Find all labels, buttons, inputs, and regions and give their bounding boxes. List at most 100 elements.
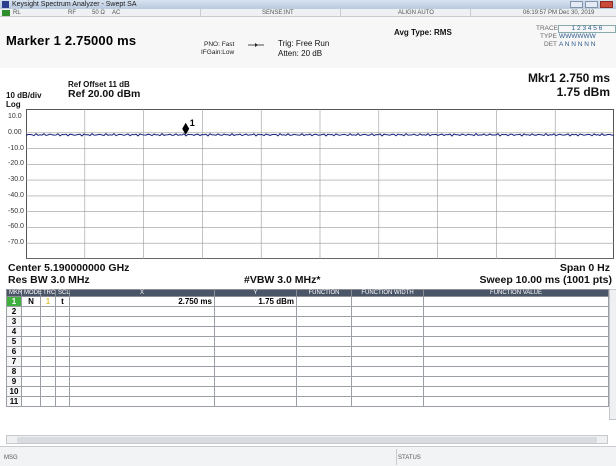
table-cell-mode[interactable]: N <box>21 296 41 307</box>
table-cell-trc[interactable] <box>40 366 56 377</box>
table-cell-y[interactable] <box>214 336 297 347</box>
table-cell-scl[interactable] <box>55 346 70 357</box>
table-cell-y[interactable]: 1.75 dBm <box>214 296 297 307</box>
table-cell-num[interactable]: 9 <box>6 376 22 387</box>
table-cell-mode[interactable] <box>21 386 41 397</box>
table-cell-x[interactable] <box>69 346 215 357</box>
table-cell-function-width[interactable] <box>351 336 424 347</box>
table-cell-function[interactable] <box>296 366 352 377</box>
table-cell-function[interactable] <box>296 326 352 337</box>
table-cell-function-width[interactable] <box>351 386 424 397</box>
minimize-button[interactable] <box>570 1 583 8</box>
table-cell-scl[interactable] <box>55 366 70 377</box>
table-cell-function-value[interactable] <box>423 376 609 387</box>
table-cell-y[interactable] <box>214 386 297 397</box>
table-cell-function-width[interactable] <box>351 296 424 307</box>
maximize-button[interactable] <box>585 1 598 8</box>
table-cell-trc[interactable]: 1 <box>40 296 56 307</box>
table-cell-scl[interactable] <box>55 356 70 367</box>
table-cell-trc[interactable] <box>40 336 56 347</box>
table-cell-x[interactable] <box>69 316 215 327</box>
span-setting[interactable]: Span 0 Hz <box>560 262 610 274</box>
table-cell-trc[interactable] <box>40 346 56 357</box>
table-cell-y[interactable] <box>214 376 297 387</box>
table-cell-function-width[interactable] <box>351 376 424 387</box>
table-cell-function-width[interactable] <box>351 316 424 327</box>
table-row[interactable]: 9 <box>6 376 609 387</box>
table-cell-trc[interactable] <box>40 396 56 407</box>
table-row[interactable]: 1 N 1 t 2.750 ms 1.75 dBm <box>6 296 609 307</box>
table-cell-function-value[interactable] <box>423 296 609 307</box>
table-cell-y[interactable] <box>214 356 297 367</box>
table-cell-scl[interactable] <box>55 306 70 317</box>
table-cell-function-value[interactable] <box>423 326 609 337</box>
scale-per-div[interactable]: 10 dB/div <box>6 91 42 100</box>
table-cell-function[interactable] <box>296 296 352 307</box>
table-cell-function[interactable] <box>296 396 352 407</box>
table-cell-function[interactable] <box>296 336 352 347</box>
close-button[interactable] <box>600 1 613 8</box>
table-cell-scl[interactable] <box>55 376 70 387</box>
table-cell-mode[interactable] <box>21 366 41 377</box>
table-cell-function[interactable] <box>296 316 352 327</box>
horizontal-scroll-thumb[interactable] <box>17 437 597 443</box>
table-cell-function-value[interactable] <box>423 306 609 317</box>
horizontal-scrollbar[interactable] <box>6 435 608 444</box>
table-cell-x[interactable] <box>69 306 215 317</box>
table-cell-x[interactable] <box>69 336 215 347</box>
table-cell-function-width[interactable] <box>351 326 424 337</box>
table-cell-function-value[interactable] <box>423 316 609 327</box>
table-cell-num[interactable]: 1 <box>6 296 22 307</box>
table-cell-mode[interactable] <box>21 326 41 337</box>
table-cell-num[interactable]: 10 <box>6 386 22 397</box>
table-cell-mode[interactable] <box>21 336 41 347</box>
center-frequency[interactable]: Center 5.190000000 GHz <box>8 262 129 274</box>
table-cell-function[interactable] <box>296 306 352 317</box>
table-cell-y[interactable] <box>214 396 297 407</box>
table-cell-scl[interactable] <box>55 326 70 337</box>
table-cell-trc[interactable] <box>40 326 56 337</box>
table-cell-x[interactable] <box>69 376 215 387</box>
table-cell-num[interactable]: 3 <box>6 316 22 327</box>
table-cell-function[interactable] <box>296 356 352 367</box>
table-cell-x[interactable]: 2.750 ms <box>69 296 215 307</box>
table-cell-trc[interactable] <box>40 376 56 387</box>
table-cell-mode[interactable] <box>21 356 41 367</box>
table-cell-function-value[interactable] <box>423 366 609 377</box>
table-cell-function-value[interactable] <box>423 336 609 347</box>
ref-level[interactable]: Ref 20.00 dBm <box>68 88 140 100</box>
table-row[interactable]: 5 <box>6 336 609 347</box>
table-row[interactable]: 7 <box>6 356 609 367</box>
table-cell-x[interactable] <box>69 326 215 337</box>
resolution-bandwidth[interactable]: Res BW 3.0 MHz <box>8 274 90 286</box>
table-cell-function[interactable] <box>296 386 352 397</box>
video-bandwidth[interactable]: #VBW 3.0 MHz* <box>244 274 320 286</box>
table-cell-mode[interactable] <box>21 396 41 407</box>
table-cell-y[interactable] <box>214 366 297 377</box>
table-cell-num[interactable]: 4 <box>6 326 22 337</box>
table-cell-scl[interactable] <box>55 316 70 327</box>
table-cell-function[interactable] <box>296 376 352 387</box>
table-cell-x[interactable] <box>69 396 215 407</box>
table-cell-function[interactable] <box>296 346 352 357</box>
table-cell-mode[interactable] <box>21 306 41 317</box>
sweep-time[interactable]: Sweep 10.00 ms (1001 pts) <box>480 274 613 286</box>
table-cell-num[interactable]: 8 <box>6 366 22 377</box>
table-cell-x[interactable] <box>69 386 215 397</box>
table-cell-trc[interactable] <box>40 306 56 317</box>
table-cell-y[interactable] <box>214 306 297 317</box>
table-cell-trc[interactable] <box>40 356 56 367</box>
table-row[interactable]: 10 <box>6 386 609 397</box>
table-cell-x[interactable] <box>69 366 215 377</box>
table-cell-scl[interactable] <box>55 396 70 407</box>
table-row[interactable]: 3 <box>6 316 609 327</box>
table-cell-function-width[interactable] <box>351 396 424 407</box>
table-cell-num[interactable]: 11 <box>6 396 22 407</box>
table-cell-y[interactable] <box>214 316 297 327</box>
table-cell-num[interactable]: 6 <box>6 346 22 357</box>
table-row[interactable]: 11 <box>6 396 609 407</box>
vertical-scrollbar[interactable] <box>609 289 616 420</box>
table-cell-num[interactable]: 2 <box>6 306 22 317</box>
table-cell-mode[interactable] <box>21 376 41 387</box>
table-cell-scl[interactable] <box>55 386 70 397</box>
